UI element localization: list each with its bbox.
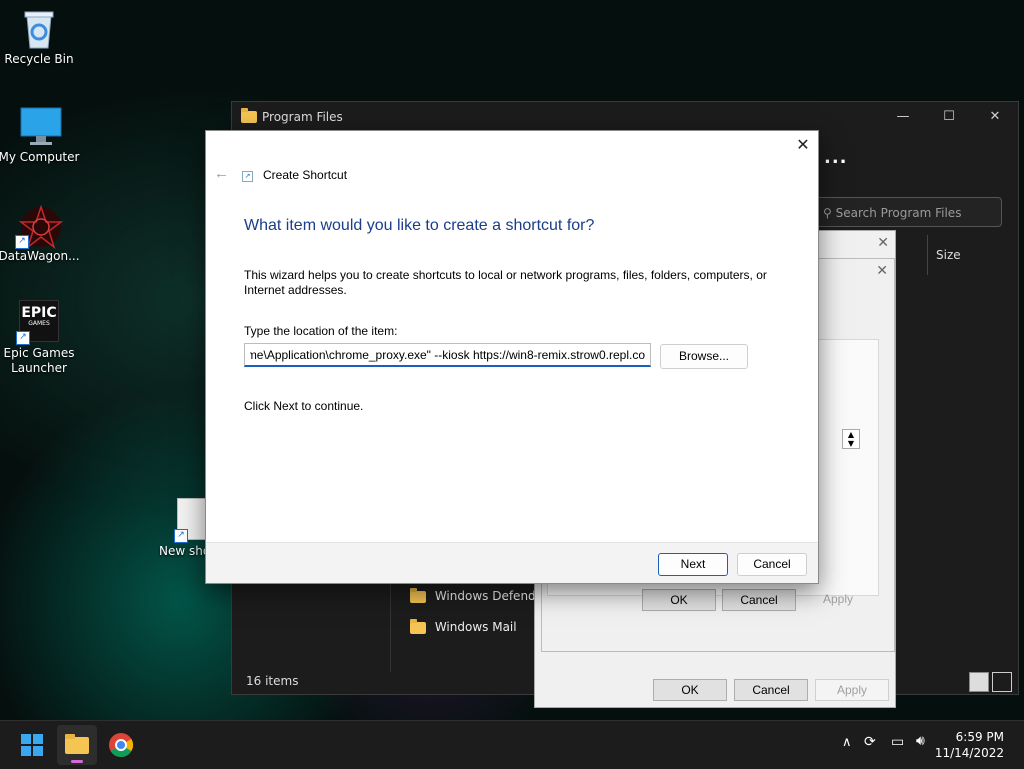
- pane-divider: [390, 582, 391, 672]
- apply-button[interactable]: Apply: [802, 589, 874, 609]
- tiles-view-icon[interactable]: [992, 672, 1012, 692]
- wizard-title: Create Shortcut: [263, 168, 348, 182]
- clock-time: 6:59 PM: [955, 730, 1004, 744]
- volume-icon[interactable]: 🔊︎: [916, 733, 925, 749]
- folder-icon: [65, 734, 89, 763]
- cancel-button[interactable]: Cancel: [722, 589, 796, 611]
- shortcut-arrow-icon: ↗: [15, 235, 29, 249]
- spinner-icon[interactable]: ▲ ▼: [842, 429, 860, 449]
- minimize-icon[interactable]: —: [880, 102, 926, 132]
- browse-button[interactable]: Browse...: [660, 344, 748, 369]
- ok-button[interactable]: OK: [642, 589, 716, 611]
- taskbar-file-explorer[interactable]: [57, 725, 97, 765]
- datawagon-logo-icon: ↗: [15, 204, 64, 250]
- recycle-bin-icon: [19, 8, 59, 49]
- document-icon: ↗: [174, 498, 207, 543]
- desktop-icon-recycle-bin[interactable]: Recycle Bin: [0, 8, 81, 67]
- desktop-icon-label: DataWagon...: [0, 249, 80, 263]
- network-icon[interactable]: ▭: [891, 734, 904, 750]
- taskbar: ∧ ⟳ ▭ 🔊︎ 6:59 PM 11/14/2022: [0, 720, 1024, 769]
- column-header-size[interactable]: Size: [927, 235, 961, 275]
- details-view-icon[interactable]: [969, 672, 989, 692]
- cancel-button[interactable]: Cancel: [737, 553, 807, 576]
- monitor-icon: [19, 106, 62, 146]
- desktop-icon-epic-games[interactable]: EPIC GAMES ↗ Epic Games Launcher: [0, 300, 81, 376]
- update-icon[interactable]: ⟳: [864, 734, 876, 750]
- start-button[interactable]: [12, 725, 52, 765]
- create-shortcut-wizard[interactable]: ✕ ← ↗ Create Shortcut What item would yo…: [205, 130, 819, 584]
- back-arrow-icon[interactable]: ←: [214, 165, 229, 182]
- desktop-icon-datawagon[interactable]: ↗ DataWagon...: [0, 204, 81, 264]
- more-options-icon[interactable]: ...: [824, 147, 848, 168]
- status-bar-count: 16 items: [246, 674, 299, 688]
- desktop-icon-label: Epic Games Launcher: [3, 346, 75, 375]
- search-icon: ⚲: [823, 206, 832, 220]
- shortcut-arrow-icon: ↗: [16, 331, 30, 345]
- desktop-icon-label: Recycle Bin: [4, 52, 74, 66]
- search-input[interactable]: ⚲ Search Program Files: [812, 197, 1002, 227]
- close-icon[interactable]: ✕: [792, 135, 814, 157]
- close-icon[interactable]: ✕: [972, 102, 1018, 132]
- close-icon[interactable]: ✕: [876, 263, 888, 279]
- desktop-icon-label: My Computer: [0, 150, 80, 164]
- chrome-icon: [109, 733, 134, 758]
- cancel-button[interactable]: Cancel: [734, 679, 808, 701]
- chevron-up-icon[interactable]: ∧: [842, 735, 852, 750]
- folder-icon: [410, 618, 426, 634]
- close-icon[interactable]: ✕: [877, 235, 889, 251]
- taskbar-chrome[interactable]: [101, 725, 141, 765]
- continue-text: Click Next to continue.: [244, 399, 364, 413]
- location-input[interactable]: [244, 343, 651, 367]
- folder-icon: [241, 108, 257, 123]
- next-button[interactable]: Next: [658, 553, 728, 576]
- epic-games-logo-icon: EPIC GAMES ↗: [16, 300, 59, 345]
- desktop-icon-my-computer[interactable]: My Computer: [0, 106, 81, 165]
- wizard-footer: Next Cancel: [206, 542, 818, 583]
- shortcut-arrow-icon: ↗: [174, 529, 188, 543]
- window-controls: — ☐ ✕: [880, 102, 1018, 132]
- wizard-description: This wizard helps you to create shortcut…: [244, 268, 767, 297]
- list-item[interactable]: Windows Defender: [410, 587, 548, 603]
- clock-date: 11/14/2022: [934, 746, 1004, 760]
- explorer-title: Program Files: [262, 110, 343, 124]
- wizard-heading: What item would you like to create a sho…: [244, 217, 595, 234]
- list-item[interactable]: Windows Mail: [410, 618, 517, 634]
- clock[interactable]: 6:59 PM 11/14/2022: [935, 729, 1004, 761]
- shortcut-icon: ↗: [242, 171, 253, 182]
- location-label: Type the location of the item:: [244, 324, 398, 338]
- apply-button[interactable]: Apply: [815, 679, 889, 701]
- windows-logo-icon: [21, 734, 43, 756]
- ok-button[interactable]: OK: [653, 679, 727, 701]
- maximize-icon[interactable]: ☐: [926, 102, 972, 132]
- folder-icon: [410, 587, 426, 603]
